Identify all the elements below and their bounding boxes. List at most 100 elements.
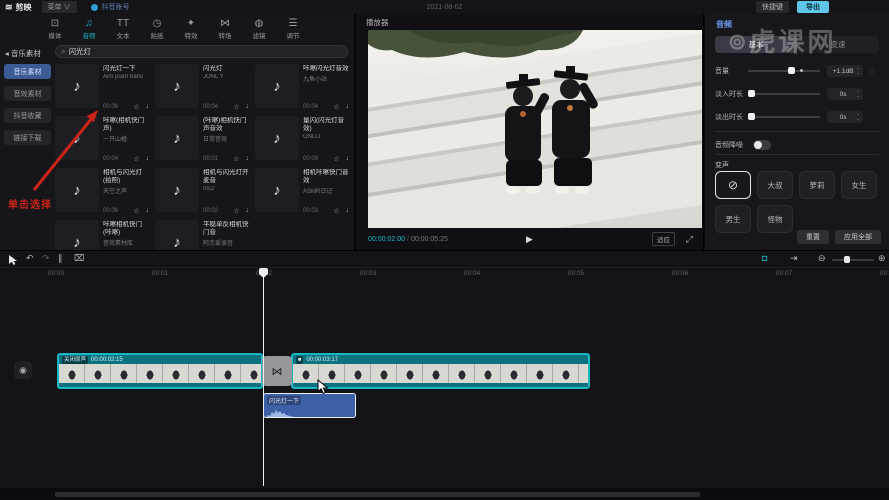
- music-card[interactable]: ♪ 平稳单反相机快门音阿杰爱录音 00:02☆↓: [155, 220, 249, 250]
- delete-icon[interactable]: ⌧: [74, 253, 84, 264]
- download-icon[interactable]: ↓: [146, 155, 150, 163]
- undo-icon[interactable]: ↶: [26, 253, 34, 264]
- video-clip-1[interactable]: 关闭原声 00:00:02:15: [57, 353, 263, 389]
- music-card[interactable]: ♪ 相机与闪光灯开麦音mc2 00:02☆↓: [155, 168, 249, 216]
- main-track-magnet-icon[interactable]: ◘: [762, 253, 767, 263]
- favorite-icon[interactable]: ☆: [233, 207, 239, 215]
- volume-slider[interactable]: [748, 70, 820, 72]
- shortcuts-button[interactable]: 快捷键: [756, 1, 789, 13]
- favorite-icon[interactable]: ☆: [133, 103, 139, 111]
- current-timecode[interactable]: 00:00:02:00: [368, 236, 405, 243]
- favorite-icon[interactable]: ☆: [233, 155, 239, 163]
- transition-block[interactable]: ⋈: [262, 356, 292, 386]
- fade-out-slider-handle[interactable]: [748, 113, 755, 120]
- fade-in-value-box[interactable]: 0s⌃⌄: [827, 88, 863, 100]
- music-card[interactable]: ♪ 闪光灯JONL Y 00:04☆↓: [155, 64, 249, 112]
- favorite-icon[interactable]: ☆: [133, 155, 139, 163]
- fade-out-value-box[interactable]: 0s⌃⌄: [827, 111, 863, 123]
- voice-option-uncle[interactable]: 大叔: [757, 171, 793, 199]
- fade-out-slider[interactable]: [748, 116, 820, 118]
- music-card[interactable]: ♪ 咔嚓(相机快门声)一只山楂 00:04☆↓: [55, 116, 149, 164]
- voice-option-monster[interactable]: 怪物: [757, 205, 793, 233]
- tab-media[interactable]: ⊡媒体: [40, 15, 70, 43]
- sidebar-item-link-download[interactable]: 链接下载: [4, 130, 51, 145]
- fade-in-slider-handle[interactable]: [748, 90, 755, 97]
- tab-adjust[interactable]: ☰调节: [278, 15, 308, 43]
- tab-filter[interactable]: ◍滤镜: [244, 15, 274, 43]
- volume-value-box[interactable]: +1.1dB⌃⌄: [827, 65, 863, 77]
- mute-original-badge[interactable]: 关闭原声: [62, 356, 88, 364]
- volume-keyframe-icon[interactable]: ◌: [869, 67, 874, 76]
- volume-stepper[interactable]: ⌃⌄: [856, 68, 860, 75]
- snap-icon[interactable]: ⇥: [790, 253, 798, 264]
- video-clip-2[interactable]: ■ 00:00:03:17: [291, 353, 590, 389]
- tab-text[interactable]: TT文本: [108, 15, 138, 43]
- tab-sticker[interactable]: ◷贴纸: [142, 15, 172, 43]
- voice-option-female[interactable]: 女生: [841, 171, 877, 199]
- preview-video-frame[interactable]: [368, 30, 702, 228]
- voice-option-none[interactable]: ⊘: [715, 171, 751, 199]
- canvas-ratio-button[interactable]: 适应: [652, 232, 675, 246]
- breadcrumb[interactable]: ◂ 音乐素材: [5, 48, 41, 59]
- account-name[interactable]: 抖音账号: [102, 2, 130, 12]
- tab-basic[interactable]: 基本: [715, 36, 797, 53]
- sidebar-item-sound-effects[interactable]: 音效素材: [4, 86, 51, 101]
- favorite-icon[interactable]: ☆: [333, 155, 339, 163]
- track-head-button[interactable]: ◉: [14, 361, 32, 379]
- zoom-slider-handle[interactable]: [844, 256, 850, 263]
- favorite-icon[interactable]: ☆: [233, 103, 239, 111]
- music-card[interactable]: ♪ 相机咔嚓快门音效ASMR日记 00:03☆↓: [255, 168, 349, 216]
- music-card[interactable]: ♪ 相机与闪光灯(拍照)天空之声 00:06☆↓: [55, 168, 149, 216]
- playhead-line[interactable]: [263, 268, 264, 486]
- timeline-scrollbar-thumb[interactable]: [55, 492, 700, 497]
- music-card[interactable]: ♪ (咔嚓)相机快门声音效日常音效 00:01☆↓: [155, 116, 249, 164]
- reset-button[interactable]: 重置: [797, 230, 829, 244]
- download-icon[interactable]: ↓: [246, 207, 250, 215]
- noise-reduction-toggle[interactable]: [753, 140, 771, 150]
- favorite-icon[interactable]: ☆: [333, 207, 339, 215]
- music-card[interactable]: ♪ 咔嚓闪光灯音效九鱼小站 00:04☆↓: [255, 64, 349, 112]
- download-icon[interactable]: ↓: [246, 103, 250, 111]
- fullscreen-icon[interactable]: ⤢: [686, 234, 693, 245]
- zoom-out-icon[interactable]: ⊖: [818, 253, 826, 264]
- download-icon[interactable]: ↓: [146, 207, 150, 215]
- menu-button[interactable]: 菜单 ∨: [42, 1, 77, 13]
- capcut-app-window: { "titlebar": { "app_name": "剪映", "menu_…: [0, 0, 889, 500]
- music-card[interactable]: ♪ 闪光灯一下Aim point trans 00:06☆↓: [55, 64, 149, 112]
- split-icon[interactable]: ∥: [58, 253, 63, 264]
- fade-in-slider[interactable]: [748, 93, 820, 95]
- favorite-icon[interactable]: ☆: [133, 207, 139, 215]
- tab-audio[interactable]: ♫音频: [74, 15, 104, 43]
- sidebar-item-douyin-favorites[interactable]: 抖音收藏: [4, 108, 51, 123]
- download-icon[interactable]: ↓: [346, 155, 350, 163]
- voice-option-male[interactable]: 男生: [715, 205, 751, 233]
- stepper-down-icon[interactable]: ⌄: [856, 117, 860, 121]
- search-input[interactable]: ⌕ 闪光灯: [55, 45, 348, 58]
- favorite-icon[interactable]: ☆: [333, 103, 339, 111]
- fade-out-stepper[interactable]: ⌃⌄: [856, 114, 860, 121]
- fade-in-stepper[interactable]: ⌃⌄: [856, 91, 860, 98]
- timeline-zoom-slider[interactable]: [832, 259, 874, 261]
- voice-option-loli[interactable]: 萝莉: [799, 171, 835, 199]
- volume-slider-handle[interactable]: [788, 67, 795, 74]
- tab-transition[interactable]: ⋈转场: [210, 15, 240, 43]
- download-icon[interactable]: ↓: [146, 103, 150, 111]
- sidebar-item-music-assets[interactable]: 音乐素材: [4, 64, 51, 79]
- redo-icon[interactable]: ↷: [42, 253, 50, 264]
- stepper-down-icon[interactable]: ⌄: [856, 71, 860, 75]
- music-card[interactable]: ♪ 量闪(闪光灯音效)ONLLI 00:09☆↓: [255, 116, 349, 164]
- audio-clip[interactable]: 闪光灯一下: [263, 393, 356, 418]
- export-button[interactable]: 导出: [797, 1, 829, 13]
- play-button[interactable]: ▶: [526, 234, 533, 245]
- select-tool-icon[interactable]: [8, 254, 20, 266]
- apply-all-button[interactable]: 应用全部: [835, 230, 881, 244]
- tab-effects[interactable]: ✦特效: [176, 15, 206, 43]
- avatar[interactable]: [91, 4, 98, 11]
- download-icon[interactable]: ↓: [246, 155, 250, 163]
- tab-speed[interactable]: 变速: [797, 36, 879, 53]
- download-icon[interactable]: ↓: [346, 207, 350, 215]
- zoom-in-icon[interactable]: ⊕: [878, 253, 886, 264]
- stepper-down-icon[interactable]: ⌄: [856, 94, 860, 98]
- download-icon[interactable]: ↓: [346, 103, 350, 111]
- music-card[interactable]: ♪ 咔嚓相机快门(咔嚓)音效素材库 00:03☆↓: [55, 220, 149, 250]
